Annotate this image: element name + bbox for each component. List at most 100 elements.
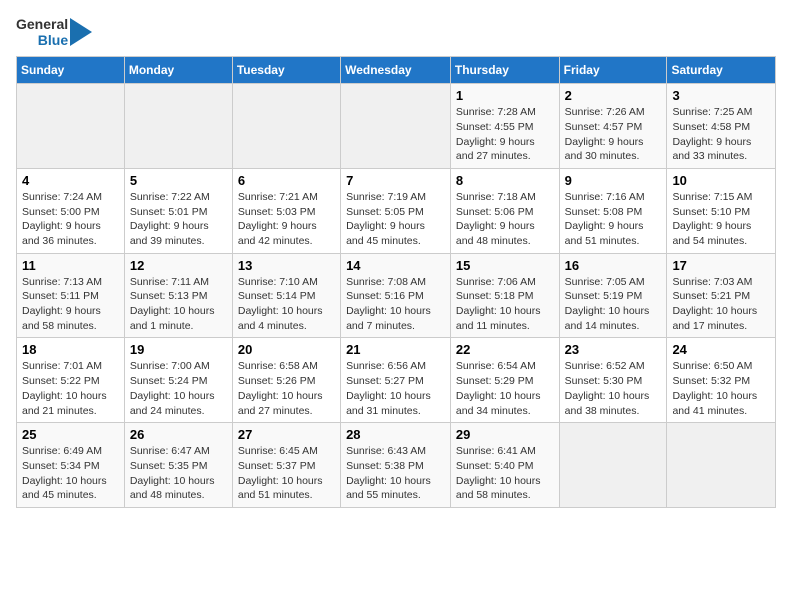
day-cell: 4 Sunrise: 7:24 AMSunset: 5:00 PMDaylight… bbox=[17, 168, 125, 253]
column-header-sunday: Sunday bbox=[17, 57, 125, 84]
day-cell: 22 Sunrise: 6:54 AMSunset: 5:29 PMDayligh… bbox=[450, 338, 559, 423]
logo: General Blue bbox=[16, 16, 92, 48]
day-number: 25 bbox=[22, 427, 119, 442]
day-info: Sunrise: 7:00 AMSunset: 5:24 PMDaylight:… bbox=[130, 359, 227, 418]
day-cell: 25 Sunrise: 6:49 AMSunset: 5:34 PMDayligh… bbox=[17, 423, 125, 508]
day-info: Sunrise: 6:50 AMSunset: 5:32 PMDaylight:… bbox=[672, 359, 770, 418]
day-info: Sunrise: 7:26 AMSunset: 4:57 PMDaylight:… bbox=[565, 105, 662, 164]
day-cell: 19Sunrise: 7:00 AMSunset: 5:24 PMDayligh… bbox=[124, 338, 232, 423]
day-cell: 5 Sunrise: 7:22 AMSunset: 5:01 PMDaylight… bbox=[124, 168, 232, 253]
day-number: 24 bbox=[672, 342, 770, 357]
day-info: Sunrise: 6:52 AMSunset: 5:30 PMDaylight:… bbox=[565, 359, 662, 418]
day-info: Sunrise: 7:10 AMSunset: 5:14 PMDaylight:… bbox=[238, 275, 335, 334]
day-info: Sunrise: 6:54 AMSunset: 5:29 PMDaylight:… bbox=[456, 359, 554, 418]
day-cell: 23 Sunrise: 6:52 AMSunset: 5:30 PMDayligh… bbox=[559, 338, 667, 423]
day-number: 13 bbox=[238, 258, 335, 273]
day-cell: 13 Sunrise: 7:10 AMSunset: 5:14 PMDayligh… bbox=[232, 253, 340, 338]
day-info: Sunrise: 7:03 AMSunset: 5:21 PMDaylight:… bbox=[672, 275, 770, 334]
day-number: 6 bbox=[238, 173, 335, 188]
day-info: Sunrise: 7:16 AMSunset: 5:08 PMDaylight:… bbox=[565, 190, 662, 249]
day-info: Sunrise: 6:47 AMSunset: 5:35 PMDaylight:… bbox=[130, 444, 227, 503]
day-cell: 29Sunrise: 6:41 AMSunset: 5:40 PMDayligh… bbox=[450, 423, 559, 508]
day-info: Sunrise: 7:15 AMSunset: 5:10 PMDaylight:… bbox=[672, 190, 770, 249]
day-info: Sunrise: 7:11 AMSunset: 5:13 PMDaylight:… bbox=[130, 275, 227, 334]
day-info: Sunrise: 7:25 AMSunset: 4:58 PMDaylight:… bbox=[672, 105, 770, 164]
day-number: 10 bbox=[672, 173, 770, 188]
day-cell: 9 Sunrise: 7:16 AMSunset: 5:08 PMDaylight… bbox=[559, 168, 667, 253]
day-info: Sunrise: 7:05 AMSunset: 5:19 PMDaylight:… bbox=[565, 275, 662, 334]
day-number: 7 bbox=[346, 173, 445, 188]
column-header-friday: Friday bbox=[559, 57, 667, 84]
day-number: 15 bbox=[456, 258, 554, 273]
day-cell: 17 Sunrise: 7:03 AMSunset: 5:21 PMDayligh… bbox=[667, 253, 776, 338]
day-info: Sunrise: 7:22 AMSunset: 5:01 PMDaylight:… bbox=[130, 190, 227, 249]
day-info: Sunrise: 7:06 AMSunset: 5:18 PMDaylight:… bbox=[456, 275, 554, 334]
day-cell: 11Sunrise: 7:13 AMSunset: 5:11 PMDayligh… bbox=[17, 253, 125, 338]
day-cell: 27Sunrise: 6:45 AMSunset: 5:37 PMDayligh… bbox=[232, 423, 340, 508]
day-info: Sunrise: 7:24 AMSunset: 5:00 PMDaylight:… bbox=[22, 190, 119, 249]
day-cell: 16 Sunrise: 7:05 AMSunset: 5:19 PMDayligh… bbox=[559, 253, 667, 338]
day-number: 1 bbox=[456, 88, 554, 103]
day-info: Sunrise: 7:19 AMSunset: 5:05 PMDaylight:… bbox=[346, 190, 445, 249]
day-number: 11 bbox=[22, 258, 119, 273]
day-number: 3 bbox=[672, 88, 770, 103]
day-info: Sunrise: 6:49 AMSunset: 5:34 PMDaylight:… bbox=[22, 444, 119, 503]
day-number: 5 bbox=[130, 173, 227, 188]
calendar-header-row: SundayMondayTuesdayWednesdayThursdayFrid… bbox=[17, 57, 776, 84]
day-number: 12 bbox=[130, 258, 227, 273]
column-header-thursday: Thursday bbox=[450, 57, 559, 84]
day-number: 26 bbox=[130, 427, 227, 442]
day-info: Sunrise: 6:58 AMSunset: 5:26 PMDaylight:… bbox=[238, 359, 335, 418]
day-cell: 1 Sunrise: 7:28 AMSunset: 4:55 PMDaylight… bbox=[450, 84, 559, 169]
day-info: Sunrise: 7:18 AMSunset: 5:06 PMDaylight:… bbox=[456, 190, 554, 249]
day-cell: 8 Sunrise: 7:18 AMSunset: 5:06 PMDaylight… bbox=[450, 168, 559, 253]
day-cell: 7 Sunrise: 7:19 AMSunset: 5:05 PMDaylight… bbox=[341, 168, 451, 253]
week-row-3: 11Sunrise: 7:13 AMSunset: 5:11 PMDayligh… bbox=[17, 253, 776, 338]
day-number: 8 bbox=[456, 173, 554, 188]
day-cell bbox=[667, 423, 776, 508]
logo-blue: Blue bbox=[38, 32, 68, 48]
logo-chevron-icon bbox=[70, 18, 92, 46]
day-number: 16 bbox=[565, 258, 662, 273]
day-number: 18 bbox=[22, 342, 119, 357]
week-row-2: 4 Sunrise: 7:24 AMSunset: 5:00 PMDaylight… bbox=[17, 168, 776, 253]
week-row-4: 18 Sunrise: 7:01 AMSunset: 5:22 PMDayligh… bbox=[17, 338, 776, 423]
day-cell bbox=[232, 84, 340, 169]
day-cell: 2Sunrise: 7:26 AMSunset: 4:57 PMDaylight… bbox=[559, 84, 667, 169]
day-info: Sunrise: 7:21 AMSunset: 5:03 PMDaylight:… bbox=[238, 190, 335, 249]
column-header-tuesday: Tuesday bbox=[232, 57, 340, 84]
day-number: 28 bbox=[346, 427, 445, 442]
column-header-saturday: Saturday bbox=[667, 57, 776, 84]
day-number: 27 bbox=[238, 427, 335, 442]
day-cell: 14 Sunrise: 7:08 AMSunset: 5:16 PMDayligh… bbox=[341, 253, 451, 338]
day-number: 9 bbox=[565, 173, 662, 188]
day-cell: 15 Sunrise: 7:06 AMSunset: 5:18 PMDayligh… bbox=[450, 253, 559, 338]
day-number: 20 bbox=[238, 342, 335, 357]
day-cell bbox=[17, 84, 125, 169]
day-cell bbox=[559, 423, 667, 508]
day-number: 4 bbox=[22, 173, 119, 188]
day-cell: 18 Sunrise: 7:01 AMSunset: 5:22 PMDayligh… bbox=[17, 338, 125, 423]
column-header-monday: Monday bbox=[124, 57, 232, 84]
day-info: Sunrise: 6:43 AMSunset: 5:38 PMDaylight:… bbox=[346, 444, 445, 503]
day-info: Sunrise: 7:28 AMSunset: 4:55 PMDaylight:… bbox=[456, 105, 554, 164]
day-number: 14 bbox=[346, 258, 445, 273]
day-cell: 3 Sunrise: 7:25 AMSunset: 4:58 PMDaylight… bbox=[667, 84, 776, 169]
day-info: Sunrise: 6:41 AMSunset: 5:40 PMDaylight:… bbox=[456, 444, 554, 503]
logo-general: General bbox=[16, 16, 68, 32]
day-number: 23 bbox=[565, 342, 662, 357]
column-header-wednesday: Wednesday bbox=[341, 57, 451, 84]
day-cell: 20 Sunrise: 6:58 AMSunset: 5:26 PMDayligh… bbox=[232, 338, 340, 423]
day-cell: 12 Sunrise: 7:11 AMSunset: 5:13 PMDayligh… bbox=[124, 253, 232, 338]
day-cell: 10 Sunrise: 7:15 AMSunset: 5:10 PMDayligh… bbox=[667, 168, 776, 253]
day-info: Sunrise: 7:01 AMSunset: 5:22 PMDaylight:… bbox=[22, 359, 119, 418]
day-number: 17 bbox=[672, 258, 770, 273]
day-cell: 21 Sunrise: 6:56 AMSunset: 5:27 PMDayligh… bbox=[341, 338, 451, 423]
week-row-1: 1 Sunrise: 7:28 AMSunset: 4:55 PMDaylight… bbox=[17, 84, 776, 169]
day-number: 22 bbox=[456, 342, 554, 357]
day-number: 21 bbox=[346, 342, 445, 357]
calendar-table: SundayMondayTuesdayWednesdayThursdayFrid… bbox=[16, 56, 776, 508]
header: General Blue bbox=[16, 16, 776, 48]
day-info: Sunrise: 7:08 AMSunset: 5:16 PMDaylight:… bbox=[346, 275, 445, 334]
day-info: Sunrise: 6:56 AMSunset: 5:27 PMDaylight:… bbox=[346, 359, 445, 418]
